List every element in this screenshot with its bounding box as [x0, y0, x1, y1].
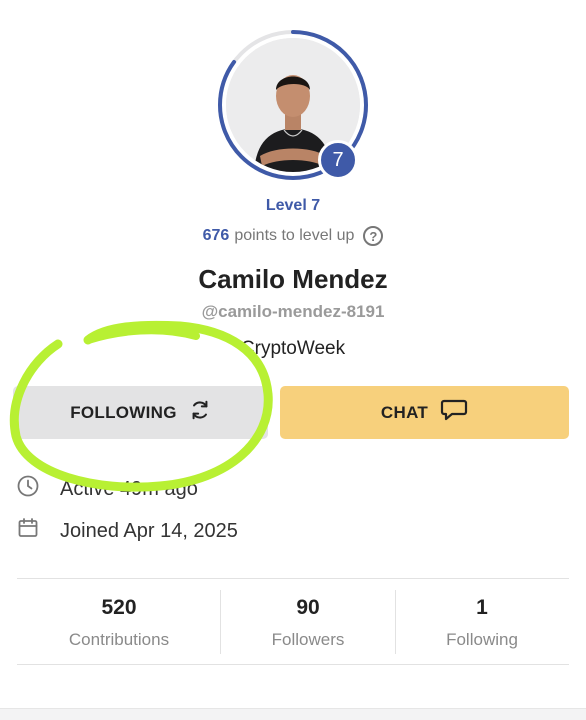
profile-tagline: CryptoWeek — [240, 338, 346, 359]
profile-username: @camilo-mendez-8191 — [201, 302, 385, 321]
stat-contributions-value: 520 — [101, 596, 137, 619]
stat-contributions-label: Contributions — [68, 630, 170, 649]
stats-top-divider — [17, 578, 569, 579]
level-badge: 7 — [318, 140, 358, 180]
bottom-strip — [0, 708, 586, 720]
level-label: Level 7 — [265, 197, 321, 214]
following-label: FOLLOWING — [70, 402, 177, 422]
joined-date-text: Joined Apr 14, 2025 — [60, 519, 238, 542]
stat-followers[interactable]: 90 Followers — [221, 596, 395, 650]
stats-bottom-divider — [17, 664, 569, 665]
active-status-text: Active 49m ago — [60, 477, 198, 500]
chat-button[interactable]: CHAT — [280, 386, 569, 439]
following-button[interactable]: FOLLOWING — [13, 386, 268, 439]
clock-icon — [16, 474, 40, 504]
stat-followers-value: 90 — [296, 596, 320, 619]
chat-bubble-icon — [440, 398, 468, 427]
chat-label: CHAT — [380, 402, 429, 422]
points-value: 676 — [202, 227, 230, 244]
refresh-icon — [189, 399, 211, 426]
stat-followers-label: Followers — [271, 630, 345, 649]
stat-contributions[interactable]: 520 Contributions — [18, 596, 220, 650]
joined-date-row: Joined Apr 14, 2025 — [16, 516, 238, 546]
calendar-icon — [16, 516, 40, 546]
stat-following-value: 1 — [476, 596, 488, 619]
active-status-row: Active 49m ago — [16, 474, 198, 504]
points-to-level: 676 points to level up ? — [0, 226, 586, 246]
points-suffix: points to level up — [234, 227, 355, 244]
stat-following[interactable]: 1 Following — [396, 596, 568, 650]
profile-name: Camilo Mendez — [198, 264, 388, 294]
stat-following-label: Following — [446, 630, 518, 649]
help-icon[interactable]: ? — [363, 226, 384, 246]
